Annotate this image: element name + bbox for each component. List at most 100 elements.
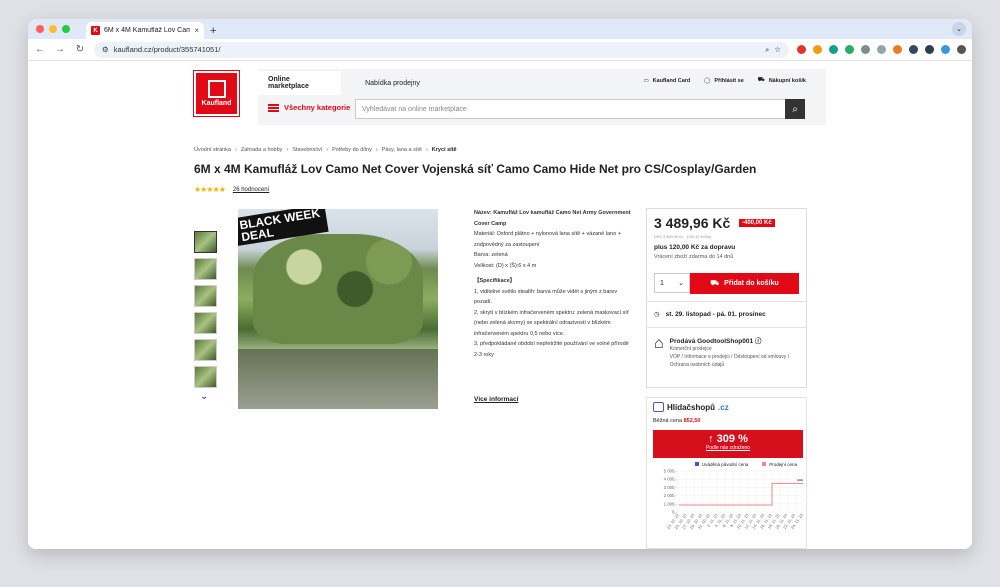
maximize-window-button[interactable]: [62, 25, 70, 33]
buy-box: 3 489,96 Kč -400,00 Kč DPC 3 889,96 Kč ·…: [646, 208, 807, 388]
divider: [647, 301, 806, 302]
price-change-box: ↑ 309 % Podle nás zdraženo: [653, 430, 803, 458]
extension-icon[interactable]: [893, 45, 902, 54]
extension-icon[interactable]: [797, 45, 806, 54]
product-main-image[interactable]: BLACK WEEK DEAL: [238, 209, 438, 409]
close-window-button[interactable]: [36, 25, 44, 33]
browser-toolbar: ← → ↻ ⚙ kaufland.cz/product/355741051/ ⌕…: [28, 39, 972, 61]
puzzle-icon[interactable]: [909, 45, 918, 54]
info-icon[interactable]: ⓘ: [755, 338, 762, 345]
hlidac-shopu-widget: Hlídačshopů .cz Běžná cena 852,50 ↑ 309 %…: [646, 397, 807, 549]
reload-button[interactable]: ↻: [74, 44, 86, 55]
breadcrumb-item[interactable]: Potřeby do dílny: [332, 147, 372, 153]
hamburger-icon: [268, 103, 279, 112]
extension-icon[interactable]: [813, 45, 822, 54]
menu-icon[interactable]: [957, 45, 966, 54]
old-price: DPC 3 889,96 Kč · (145,42 Kč/ks): [654, 235, 712, 239]
kaufland-card-label: Kaufland Card: [652, 77, 691, 84]
logo-text: Kaufland: [201, 100, 232, 107]
reviews-link[interactable]: 26 hodnocení: [233, 187, 269, 193]
quantity-select[interactable]: 1 ⌄: [654, 273, 690, 293]
product-rating: ★★★★★ 26 hodnocení: [194, 185, 269, 194]
seller-info: ⌂ Prodává GoodtoolShop001 ⓘ Komerční pro…: [654, 335, 806, 369]
desc-spec-item: 2, skrytí v blízkém infračerveném spektr…: [474, 309, 629, 337]
y-tick-label: 5 000,-: [664, 469, 678, 474]
more-info-link[interactable]: Více informací: [474, 396, 518, 403]
back-button[interactable]: ←: [34, 44, 46, 55]
desc-spec-item: 3, předpokládané období nepřetržité použ…: [474, 341, 629, 358]
site-header: Online marketplace Nabídka prodejny ▭ Kau…: [258, 69, 826, 125]
zoom-icon[interactable]: ⌕: [765, 45, 769, 55]
all-categories-button[interactable]: Všechny kategorie: [268, 103, 350, 112]
sidebar-icon[interactable]: [925, 45, 934, 54]
user-icon: ◯: [704, 77, 711, 84]
thumbnail[interactable]: [194, 258, 217, 280]
breadcrumb-item[interactable]: Úvodní stránka: [194, 147, 231, 153]
price: 3 489,96 Kč: [654, 215, 731, 231]
browser-tab[interactable]: K 6M x 4M Kamufláž Lov Camo ×: [86, 22, 204, 39]
background-image: [238, 349, 438, 409]
tab-store-offer[interactable]: Nabídka prodejny: [351, 71, 434, 95]
window-controls: [28, 25, 78, 39]
extension-icon[interactable]: [861, 45, 870, 54]
camo-net-image: [253, 234, 423, 344]
seller-links[interactable]: VOP / Informace o prodejci / Odstoupení …: [670, 353, 806, 369]
legend-claimed: Uváděná původní cena: [695, 462, 748, 467]
thumbnail[interactable]: [194, 366, 217, 388]
new-tab-button[interactable]: +: [210, 25, 216, 39]
kaufland-card-link[interactable]: ▭ Kaufland Card: [643, 78, 690, 84]
kaufland-logo[interactable]: Kaufland: [193, 70, 240, 117]
chevron-right-icon: ›: [425, 147, 428, 153]
kaufland-favicon-icon: K: [91, 26, 100, 35]
breadcrumb-item[interactable]: Stavebnictví: [292, 147, 322, 153]
tab-search-icon[interactable]: ⌄: [952, 22, 966, 36]
extension-icon[interactable]: [877, 45, 886, 54]
tab-close-icon[interactable]: ×: [194, 26, 199, 35]
cart-icon: ⛟: [710, 280, 720, 287]
y-tick-label: 1 000,-: [664, 501, 678, 506]
desc-material: Materiál: Oxford plátno + nylonová lana …: [474, 231, 621, 248]
chevron-right-icon: ›: [235, 147, 237, 153]
profile-avatar[interactable]: [941, 45, 950, 54]
forward-button[interactable]: →: [54, 44, 66, 55]
y-tick-label: 4 000,-: [664, 477, 678, 482]
breadcrumb-item[interactable]: Pásy, lana a sítě: [382, 147, 422, 153]
login-link[interactable]: ◯ Přihlásit se: [704, 78, 744, 84]
site-info-icon[interactable]: ⚙: [102, 45, 109, 54]
minimize-window-button[interactable]: [49, 25, 57, 33]
breadcrumb-item-current[interactable]: Krycí sítě: [432, 147, 457, 153]
address-bar[interactable]: ⚙ kaufland.cz/product/355741051/ ⌕ ☆: [94, 41, 789, 58]
extensions-area: [797, 45, 966, 54]
legend-claimed-label: Uváděná původní cena: [702, 462, 749, 467]
chevron-down-icon[interactable]: ⌄: [200, 391, 208, 402]
cart-link[interactable]: ⛟ Nákupní košík: [758, 77, 806, 84]
quantity-value: 1: [660, 279, 664, 287]
search-button[interactable]: ⌕: [785, 99, 805, 119]
normal-price: Běžná cena 852,50: [653, 418, 700, 424]
search-input[interactable]: Vyhledávat na online marketplace ⌕: [355, 99, 805, 119]
extension-icon[interactable]: [829, 45, 838, 54]
thumbnail[interactable]: [194, 285, 217, 307]
normal-price-label: Běžná cena: [653, 418, 683, 424]
bookmark-star-icon[interactable]: ☆: [774, 45, 781, 54]
hlidac-logo[interactable]: Hlídačshopů .cz: [653, 402, 729, 412]
y-tick-label: 3 000,-: [664, 485, 678, 490]
add-to-cart-button[interactable]: ⛟ Přidat do košíku: [690, 273, 799, 294]
desc-spec-item: 1, viditelné světlo stealth: barva může …: [474, 288, 618, 306]
tab-bar: K 6M x 4M Kamufláž Lov Camo × + ⌄: [28, 19, 972, 39]
legend-claimed-swatch: [695, 462, 699, 466]
price-change-link[interactable]: Podle nás zdraženo: [653, 445, 803, 451]
thumbnail[interactable]: [194, 231, 217, 253]
breadcrumb-item[interactable]: Zahrada a hobby: [241, 147, 283, 153]
chevron-down-icon: ⌄: [678, 280, 684, 287]
hlidac-logo-text: Hlídačshopů: [667, 402, 716, 412]
seller-name[interactable]: Prodává GoodtoolShop001 ⓘ: [670, 335, 806, 345]
seller-type: Komerční prodejce: [669, 346, 712, 352]
extension-icon[interactable]: [845, 45, 854, 54]
discount-badge: -400,00 Kč: [739, 219, 775, 227]
tab-online-marketplace[interactable]: Online marketplace: [258, 71, 341, 95]
card-icon: ▭: [643, 77, 649, 84]
chevron-right-icon: ›: [375, 147, 378, 153]
thumbnail[interactable]: [194, 312, 217, 334]
thumbnail[interactable]: [194, 339, 217, 361]
